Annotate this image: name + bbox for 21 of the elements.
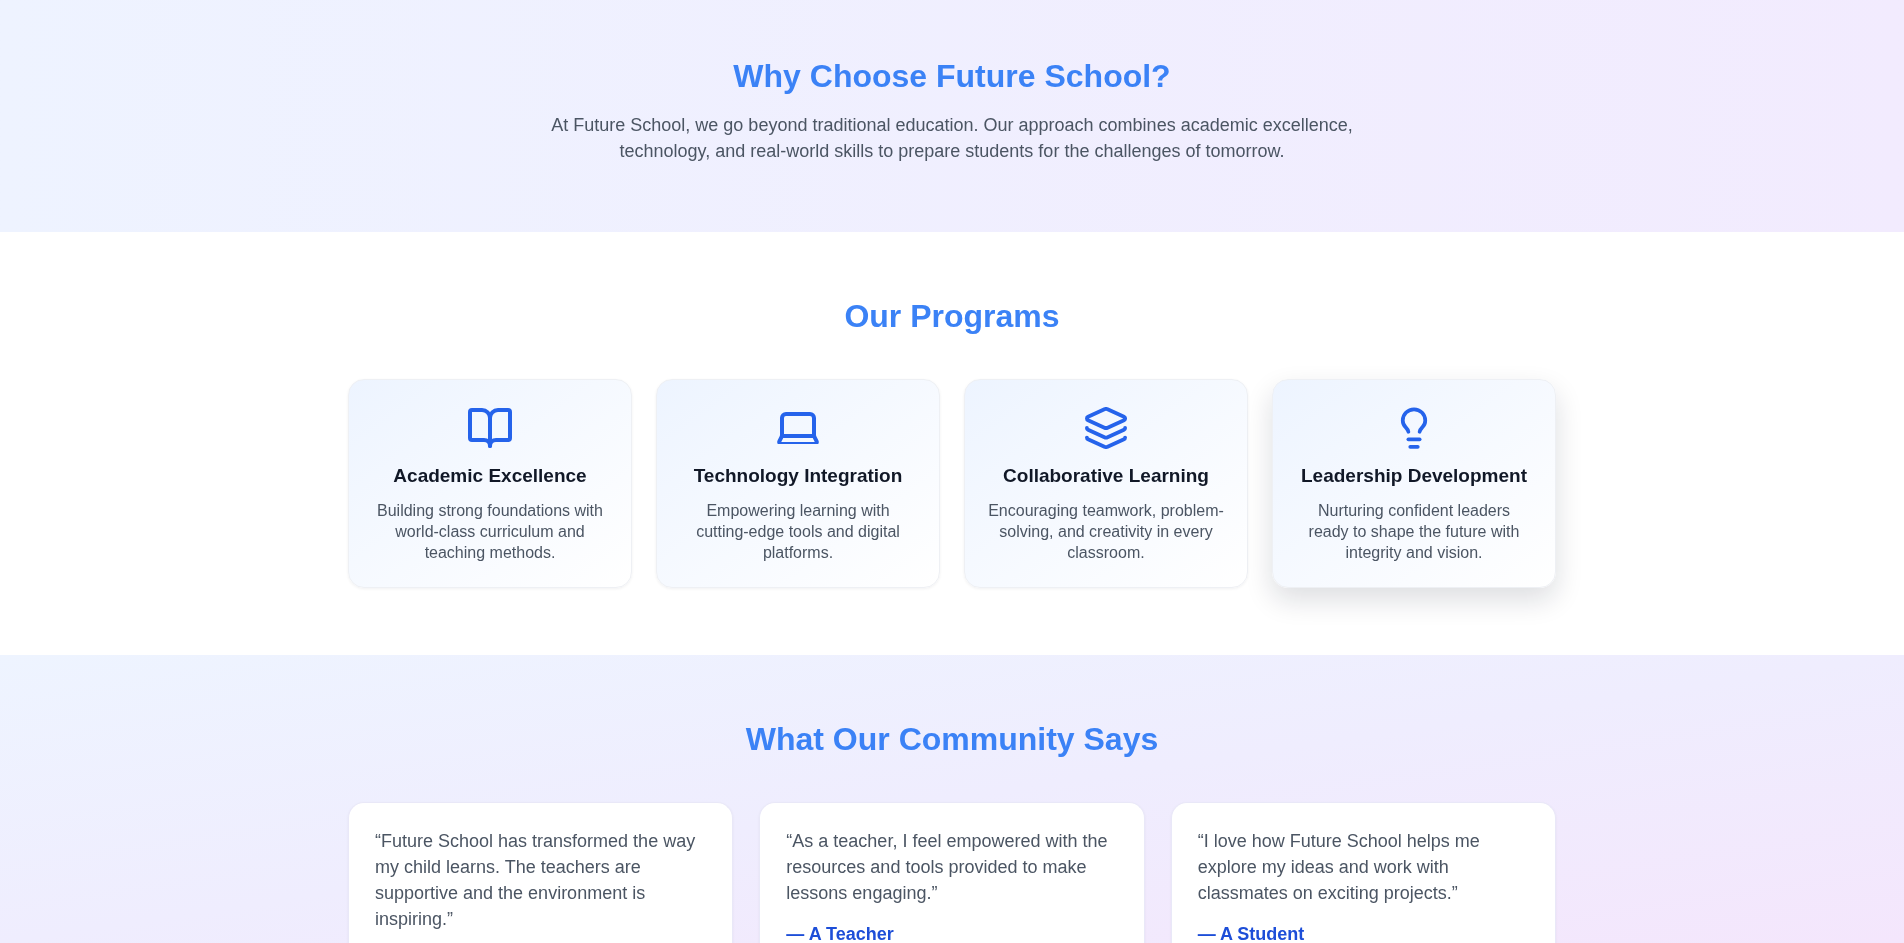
card-description: Nurturing confident leaders ready to shape the future with integrity and vision. (1307, 501, 1521, 563)
card-title: Leadership Development (1301, 464, 1527, 488)
testimonial-author: — A Student (1197, 923, 1306, 943)
testimonial-author: — A Teacher (786, 923, 895, 943)
layers-icon (1085, 407, 1127, 449)
card-title: Collaborative Learning (1003, 464, 1209, 488)
card-description: Encouraging teamwork, problem-solving, and creativity in every classroom. (988, 501, 1224, 563)
laptop-icon (777, 412, 819, 444)
lightbulb-icon (1399, 407, 1429, 449)
card-title: Academic Excellence (393, 464, 587, 488)
open-book-icon (468, 408, 512, 448)
card-description: Empowering learning with cutting-edge tools and digital platforms. (695, 501, 901, 563)
testimonial-quote: “I love how Future School helps me explore my ideas and work with classmates on exciting projects.” (1197, 830, 1481, 905)
section-heading: What Our Community Says (745, 720, 1159, 759)
card-title: Technology Integration (693, 464, 903, 488)
card-description: Building strong foundations with world-class curriculum and teaching methods. (376, 501, 604, 563)
intro-paragraph: At Future School, we go beyond traditional education. Our approach combines academic excellence, technology, and real-world skills to prepare students for the challenges of tomorrow. (550, 114, 1354, 163)
testimonial-quote: “As a teacher, I feel empowered with the resources and tools provided to make lessons engaging.” (786, 830, 1109, 905)
testimonial-quote: “Future School has transformed the way my child learns. The teachers are supportive and the environment is inspiring.” (375, 830, 697, 931)
section-heading: Why Choose Future School? (733, 57, 1171, 96)
section-heading: Our Programs (844, 297, 1060, 336)
